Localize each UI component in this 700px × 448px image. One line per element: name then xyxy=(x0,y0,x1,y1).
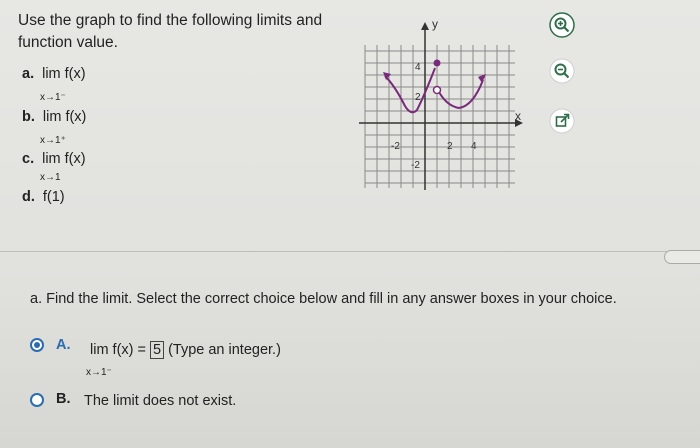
section-divider xyxy=(0,251,700,252)
answer-question: a. Find the limit. Select the correct ch… xyxy=(30,291,617,307)
part-a-letter: a. xyxy=(22,66,35,82)
part-b-expr: lim f(x) xyxy=(42,109,87,125)
limit-graph: y x -2 2 4 4 2 -2 xyxy=(359,17,523,190)
part-b-letter: b. xyxy=(22,109,35,125)
x-axis-label: x xyxy=(515,109,521,123)
resize-handle[interactable] xyxy=(664,250,700,264)
part-d-letter: d. xyxy=(22,189,35,205)
part-d: d. f(1) xyxy=(22,189,65,205)
y-axis-label: y xyxy=(432,17,438,31)
zoom-out-icon[interactable] xyxy=(549,58,575,84)
part-a-expr: lim f(x) xyxy=(42,66,86,82)
y-tick-4: 4 xyxy=(415,62,421,73)
part-b: b. lim f(x) xyxy=(22,109,86,125)
choice-b-letter: B. xyxy=(56,391,71,407)
choice-a-expression: lim f(x) = 5 (Type an integer.) xyxy=(90,341,281,359)
x-tick-2: 2 xyxy=(447,141,453,152)
x-tick-neg2: -2 xyxy=(391,141,400,152)
x-tick-4: 4 xyxy=(471,141,477,152)
part-b-sub: x→1⁺ xyxy=(40,135,66,146)
zoom-in-icon[interactable] xyxy=(549,12,575,38)
part-a-sub: x→1⁻ xyxy=(40,92,66,103)
part-c-sub: x→1 xyxy=(40,172,61,183)
choice-a-hint: (Type an integer.) xyxy=(168,342,281,358)
y-tick-neg2: -2 xyxy=(411,160,420,171)
answer-box[interactable]: 5 xyxy=(149,341,165,359)
instructions: Use the graph to find the following limi… xyxy=(18,12,323,51)
external-link-icon[interactable] xyxy=(549,108,575,134)
part-c: c. lim f(x) xyxy=(22,151,86,167)
part-d-expr: f(1) xyxy=(42,189,65,205)
choice-b-text[interactable]: The limit does not exist. xyxy=(84,393,236,409)
part-c-expr: lim f(x) xyxy=(42,151,86,167)
choice-a-prefix: lim f(x) = xyxy=(90,342,146,358)
point-open xyxy=(432,85,442,95)
graph-grid xyxy=(364,45,515,188)
point-closed xyxy=(433,59,441,67)
choice-a-radio[interactable] xyxy=(30,338,44,352)
part-a: a. lim f(x) xyxy=(22,66,86,82)
part-c-letter: c. xyxy=(22,151,35,167)
choice-a-sub: x→1⁻ xyxy=(86,367,112,378)
choice-b-radio[interactable] xyxy=(30,393,44,407)
y-axis-arrow xyxy=(421,22,429,30)
choice-a-letter: A. xyxy=(56,337,71,353)
page: Use the graph to find the following limi… xyxy=(0,0,700,448)
